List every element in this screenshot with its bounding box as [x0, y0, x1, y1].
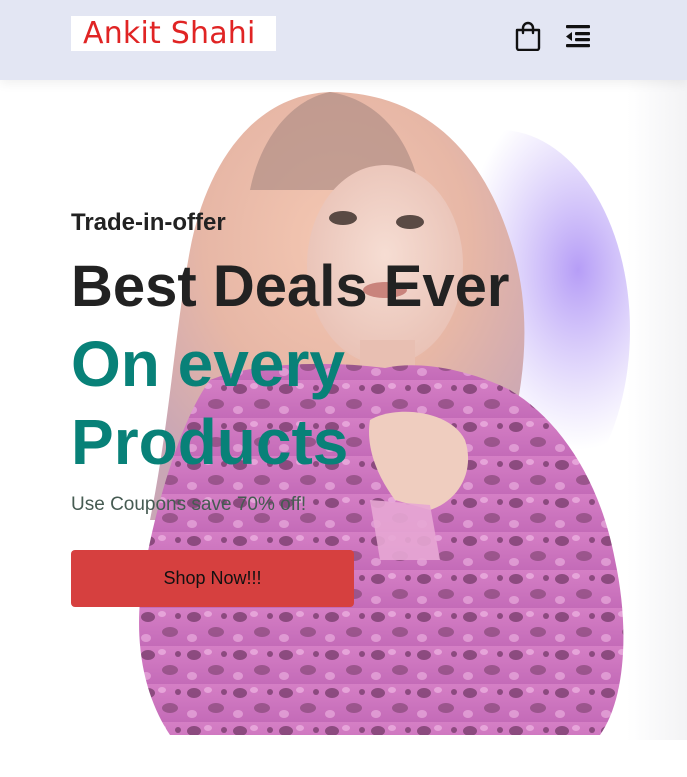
page: Ankit Shahi Trade-in-offer Best Deals Ev… [0, 0, 687, 777]
shopping-bag-icon[interactable] [512, 20, 544, 52]
logo-text: Ankit Shahi [83, 15, 256, 51]
shop-now-button[interactable]: Shop Now!!! [71, 550, 354, 607]
menu-glyph [566, 25, 590, 48]
hero-headline: Best Deals Ever [71, 254, 510, 319]
menu-collapse-icon[interactable] [562, 20, 594, 52]
hero-accent-line-1: On every [71, 328, 345, 400]
site-header: Ankit Shahi [0, 0, 687, 80]
logo[interactable]: Ankit Shahi [71, 16, 276, 51]
hero-subtext: Use Coupons save 70% off! [71, 494, 307, 515]
hero-kicker: Trade-in-offer [71, 209, 226, 236]
hero-section: Trade-in-offer Best Deals Ever On every … [71, 205, 509, 519]
bag-glyph [515, 21, 541, 51]
hero-right-fade [627, 80, 687, 740]
hero-accent-line-2: Products [71, 406, 349, 478]
